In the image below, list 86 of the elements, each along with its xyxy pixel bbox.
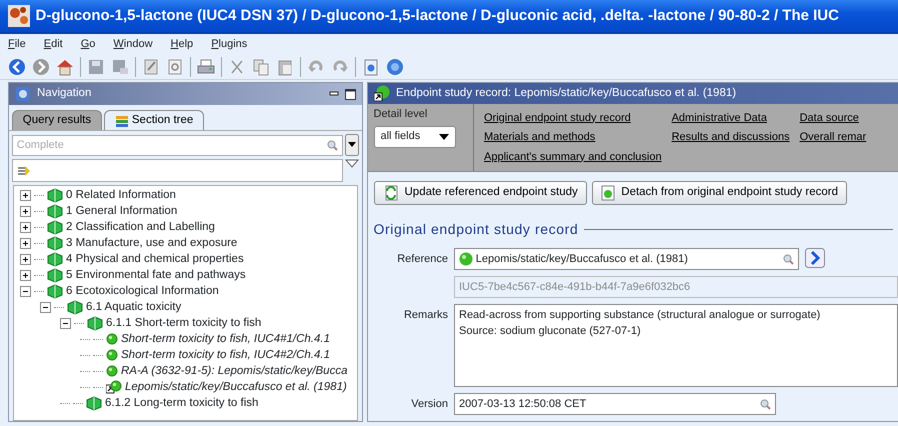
book-icon: [47, 219, 63, 236]
expand-icon[interactable]: [20, 222, 31, 233]
reference-field[interactable]: Lepomis/static/key/Buccafusco et al. (1981): [454, 248, 799, 270]
expand-icon[interactable]: [20, 206, 31, 217]
book-icon: [67, 299, 83, 316]
search-icon: [760, 398, 771, 410]
section-link[interactable]: Applicant's summary and conclusion: [484, 148, 662, 165]
tree-section[interactable]: 6 Ecotoxicological Information: [66, 282, 219, 300]
section-link[interactable]: Administrative Data: [672, 110, 790, 126]
status-dot-icon: [459, 252, 473, 266]
info-icon[interactable]: [362, 58, 380, 76]
go-to-button-icon[interactable]: [805, 248, 825, 268]
tree-record[interactable]: RA-A (3632-91-5): Lepomis/static/key/Bucca: [121, 362, 348, 380]
search-icon: [326, 140, 338, 151]
book-icon: [87, 315, 103, 332]
filter-arrows-icon: [16, 164, 31, 177]
navigation-icon: [15, 86, 31, 102]
tree-section[interactable]: 6.1.1 Short-term toxicity to fish: [106, 314, 262, 332]
menu-item[interactable]: Go: [80, 36, 96, 52]
tree-record[interactable]: Lepomis/static/key/Buccafusco et al. (1981): [125, 378, 347, 396]
book-icon: [47, 251, 63, 268]
detail-level-label: Detail level: [374, 107, 428, 122]
back-icon[interactable]: [8, 58, 26, 76]
app-logo-icon: [8, 5, 30, 27]
books-icon: [115, 114, 130, 127]
caret-icon: [438, 134, 448, 140]
refresh-document-icon: [382, 185, 398, 201]
expand-icon[interactable]: [20, 190, 31, 201]
help-icon[interactable]: [386, 58, 404, 76]
menu-item[interactable]: File: [8, 36, 26, 52]
tab[interactable]: Query results: [12, 110, 102, 130]
tree-record[interactable]: Short-term toxicity to fish, IUC4#2/Ch.4.1: [121, 346, 330, 364]
tree-section[interactable]: 2 Classification and Labelling: [66, 218, 215, 236]
tree-section[interactable]: 5 Environmental fate and pathways: [66, 266, 246, 284]
panel-title: Endpoint study record: Lepomis/static/key/Buccafusco et al. (1981): [396, 86, 736, 101]
version-field[interactable]: 2007-03-13 12:50:08 CET: [454, 393, 776, 415]
section-title: Original endpoint study record: [374, 220, 578, 239]
tree-section[interactable]: 6.1 Aquatic toxicity: [86, 298, 182, 316]
menu-item[interactable]: Edit: [44, 36, 63, 52]
field-label: Remarks: [402, 308, 448, 323]
tree-section[interactable]: 6.1.2 Long-term toxicity to fish: [105, 394, 258, 412]
book-icon: [47, 267, 63, 284]
field-label: Reference: [396, 252, 448, 267]
print-icon[interactable]: [197, 58, 215, 76]
search-icon: [783, 254, 794, 264]
expand-icon[interactable]: [20, 238, 31, 249]
expand-icon[interactable]: [20, 270, 31, 281]
book-icon: [47, 203, 63, 220]
collapse-icon[interactable]: [20, 286, 31, 297]
tab[interactable]: Section tree: [104, 110, 204, 130]
id-field: IUC5-7be4c567-c84e-491b-b44f-7a9e6f032bc6: [454, 276, 898, 298]
detail-level-select[interactable]: all fields: [374, 126, 456, 148]
shortcut-dot-icon: [374, 85, 390, 102]
menu-item[interactable]: Plugins: [211, 36, 248, 52]
book-icon: [86, 395, 102, 412]
book-icon: [47, 283, 63, 300]
tree-section[interactable]: 4 Physical and chemical properties: [66, 250, 244, 268]
menu-item[interactable]: Window: [113, 36, 153, 52]
tree-section[interactable]: 3 Manufacture, use and exposure: [66, 234, 238, 252]
panel-title: Navigation: [37, 86, 92, 102]
section-link[interactable]: Data source: [800, 110, 866, 126]
tree-section[interactable]: 1 General Information: [66, 202, 178, 220]
remarks-field[interactable]: Read-across from supporting substance (structural analogue or surrogate) Source: sodium gluconate (527-07-1): [454, 304, 898, 387]
preview-icon[interactable]: [166, 58, 184, 76]
section-link[interactable]: Original endpoint study record: [484, 110, 662, 126]
maximize-icon[interactable]: [345, 88, 356, 100]
triangle-menu-icon[interactable]: [345, 159, 360, 170]
action-button[interactable]: Detach from original endpoint study record: [592, 181, 847, 205]
tree-record[interactable]: Short-term toxicity to fish, IUC4#1/Ch.4.1: [121, 330, 330, 348]
section-link[interactable]: Materials and methods: [484, 129, 662, 146]
section-link[interactable]: Results and discussions: [672, 129, 790, 146]
section-link[interactable]: Overall remar: [800, 129, 866, 146]
forward-icon[interactable]: [32, 58, 50, 76]
collapse-icon[interactable]: [40, 302, 51, 313]
field-label: Version: [410, 396, 448, 412]
menu-item[interactable]: Help: [170, 36, 194, 52]
book-icon: [47, 235, 63, 252]
window-title: D-glucono-1,5-lactone (IUC4 DSN 37) / D-glucono-1,5-lactone / D-gluconic acid, .delta. -lactone / 90-80-2 / The IUC: [36, 6, 839, 26]
tree-section[interactable]: 0 Related Information: [66, 186, 176, 204]
dropdown-button-icon[interactable]: [345, 134, 360, 156]
action-button[interactable]: Update referenced endpoint study: [374, 181, 587, 205]
collapse-icon[interactable]: [60, 318, 71, 329]
expand-icon[interactable]: [20, 254, 31, 265]
edit-icon[interactable]: [142, 58, 160, 76]
filter-selector-field[interactable]: [12, 159, 342, 182]
home-icon[interactable]: [56, 58, 74, 76]
